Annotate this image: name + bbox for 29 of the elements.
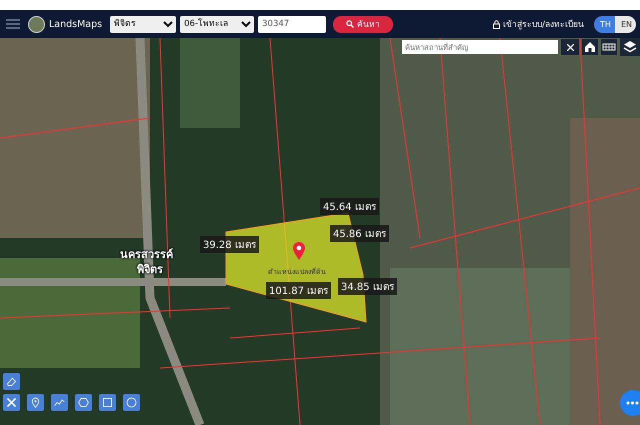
district-select[interactable]: 06-โพทะเล bbox=[180, 16, 254, 32]
province-select[interactable]: พิจิตร bbox=[110, 16, 176, 32]
search-icon bbox=[346, 20, 354, 28]
login-link[interactable]: เข้าสู่ระบบ/ลงทะเบียน bbox=[503, 17, 584, 31]
square-icon[interactable] bbox=[101, 396, 114, 409]
polygon-icon[interactable] bbox=[77, 396, 90, 409]
close-icon[interactable] bbox=[566, 44, 574, 50]
language-toggle[interactable]: TH bbox=[594, 16, 615, 32]
measurement-label: 45.64 เมตร bbox=[320, 198, 379, 215]
grid-icon[interactable] bbox=[601, 39, 617, 55]
measurement-label: 39.28 เมตร bbox=[200, 236, 259, 253]
home-icon[interactable] bbox=[582, 39, 598, 55]
logo-text[interactable]: LandsMaps bbox=[49, 18, 102, 30]
logo-icon bbox=[28, 16, 45, 32]
measurement-label: 101.87 เมตร bbox=[266, 282, 332, 299]
layers-icon[interactable] bbox=[620, 38, 640, 56]
menu-icon[interactable] bbox=[6, 19, 20, 29]
measurement-label: 34.85 เมตร bbox=[338, 278, 397, 295]
eraser-icon[interactable] bbox=[5, 375, 18, 388]
pin-outline-icon[interactable] bbox=[29, 396, 42, 409]
language-toggle[interactable]: EN bbox=[615, 16, 636, 32]
measurement-label: 45.86 เมตร bbox=[330, 225, 389, 242]
clear-drawing-icon[interactable] bbox=[5, 396, 18, 409]
search-button[interactable]: ค้นหา bbox=[333, 16, 394, 32]
parcel-number-field[interactable]: 30347 bbox=[258, 16, 326, 32]
road-label: พิจิตร bbox=[137, 262, 163, 278]
lock-icon bbox=[493, 20, 500, 28]
location-pin-icon bbox=[292, 241, 306, 261]
circle-icon[interactable] bbox=[125, 396, 138, 409]
